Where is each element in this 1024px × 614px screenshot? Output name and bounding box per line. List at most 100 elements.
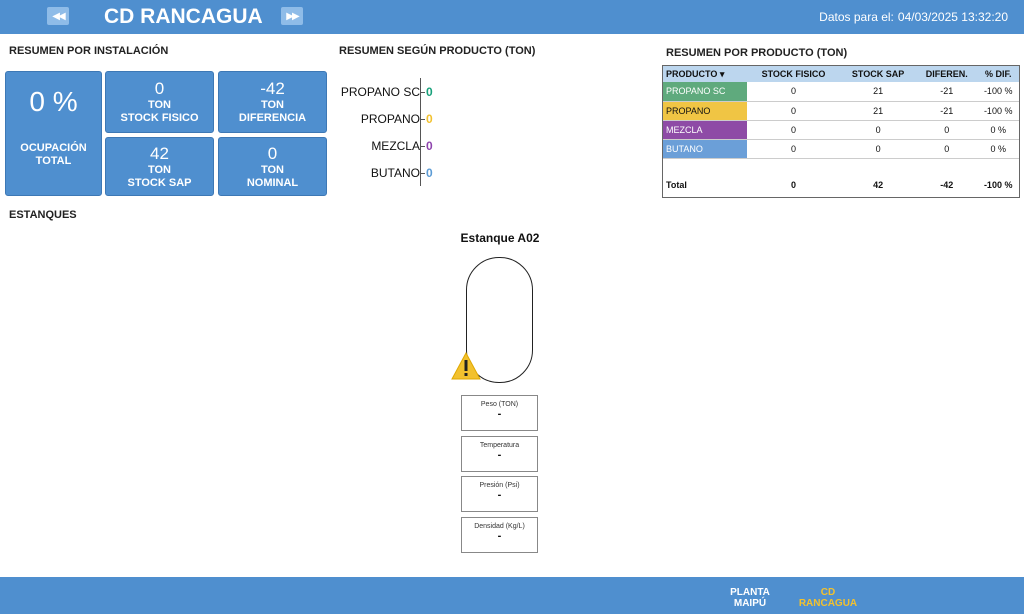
metric-value: - <box>497 408 502 420</box>
table-total-row: Total 0 42 -42 -100 % <box>663 176 1019 194</box>
product-cell: PROPANO SC <box>663 82 747 102</box>
stock-fisico-unit: TON <box>147 99 172 111</box>
previous-site-button[interactable]: ◀◀ <box>47 7 69 25</box>
sort-caret-icon: ▾ <box>719 68 725 79</box>
product-tick <box>421 173 425 174</box>
stock-fisico-tile: 0 TON STOCK FISICO <box>105 71 214 133</box>
stock-fisico-cell: 0 <box>747 101 840 121</box>
total-diferencia: -42 <box>940 180 954 190</box>
column-header-producto[interactable]: PRODUCTO ▾ <box>663 66 747 82</box>
stock-sap-cell: 21 <box>839 82 917 102</box>
site-link-planta-maipu[interactable]: PLANTA MAIPÚ <box>720 587 780 609</box>
pct-dif-cell: 0 % <box>977 139 1019 159</box>
product-table-title: RESUMEN POR PRODUCTO (TON) <box>666 47 848 59</box>
stock-sap-cell: 0 <box>839 139 917 159</box>
diferencia-label: DIFERENCIA <box>238 112 307 124</box>
product-value-mezcla: 0 <box>426 139 433 153</box>
occupancy-tile: 0 % OCUPACIÓN TOTAL <box>5 71 102 196</box>
stock-fisico-label: STOCK FISICO <box>120 112 199 124</box>
metric-presion: Presión (Psi) - <box>461 476 538 512</box>
site-link-cd-rancagua[interactable]: CD RANCAGUA <box>798 587 858 609</box>
product-cell: MEZCLA <box>663 120 747 140</box>
product-summary-axis <box>420 78 421 186</box>
stock-sap-cell: 0 <box>839 120 917 140</box>
column-header-diferencia[interactable]: DIFEREN. <box>916 66 978 82</box>
nominal-tile: 0 TON NOMINAL <box>218 137 327 196</box>
rewind-icon: ◀◀ <box>52 10 65 22</box>
diferencia-value: -42 <box>260 79 285 98</box>
product-tick <box>421 92 425 93</box>
total-stock-fisico: 0 <box>790 180 796 190</box>
stock-sap-tile: 42 TON STOCK SAP <box>105 137 214 196</box>
metric-value: - <box>497 489 502 501</box>
next-site-button[interactable]: ▶▶ <box>281 7 303 25</box>
column-header-label: PRODUCTO <box>666 68 718 79</box>
stock-sap-unit: TON <box>147 164 172 176</box>
product-value-butano: 0 <box>426 166 433 180</box>
site-link-line1: PLANTA <box>730 587 770 598</box>
site-link-line1: CD <box>820 587 836 598</box>
stock-fisico-value: 0 <box>154 79 165 98</box>
product-label-propano-sc: PROPANO SC <box>340 85 420 99</box>
product-summary-title: RESUMEN SEGÚN PRODUCTO (TON) <box>339 45 536 57</box>
metric-label: Densidad (Kg/L) <box>474 523 525 530</box>
total-stock-sap: 42 <box>873 180 884 190</box>
fast-forward-icon: ▶▶ <box>286 10 299 22</box>
metric-temperatura: Temperatura - <box>461 436 538 472</box>
product-label-mezcla: MEZCLA <box>371 139 420 153</box>
total-pct-dif: -100 % <box>983 180 1013 190</box>
diferencia-cell: 0 <box>916 120 978 140</box>
bottom-bar: PLANTA MAIPÚ CD RANCAGUA <box>0 577 1024 614</box>
occupancy-value: 0 % <box>29 86 78 117</box>
timestamp-label: Datos para el: <box>819 10 894 24</box>
table-spacer-row <box>663 158 1019 176</box>
product-label-butano: BUTANO <box>370 166 420 180</box>
top-bar: ◀◀ CD RANCAGUA ▶▶ Datos para el: 04/03/20… <box>0 0 1024 34</box>
column-header-stock-fisico[interactable]: STOCK FISICO <box>747 66 840 82</box>
diferencia-cell: -21 <box>916 82 978 102</box>
warning-triangle-icon <box>451 351 481 385</box>
product-cell: BUTANO <box>663 139 747 159</box>
nominal-unit: TON <box>260 164 285 176</box>
stock-sap-label: STOCK SAP <box>127 177 192 189</box>
product-tick <box>421 119 425 120</box>
product-value-propano-sc: 0 <box>426 85 433 99</box>
pct-dif-cell: -100 % <box>977 101 1019 121</box>
stock-fisico-cell: 0 <box>747 120 840 140</box>
product-value-propano: 0 <box>426 112 433 126</box>
diferencia-cell: 0 <box>916 139 978 159</box>
site-link-line2: MAIPÚ <box>733 598 767 609</box>
table-row: BUTANO 0 0 0 0 % <box>663 139 1019 159</box>
diferencia-cell: -21 <box>916 101 978 121</box>
tank-name: Estanque A02 <box>460 231 540 245</box>
stock-sap-cell: 21 <box>839 101 917 121</box>
occupancy-label: OCUPACIÓN TOTAL <box>20 142 87 167</box>
diferencia-unit: TON <box>260 99 285 111</box>
column-header-pct-dif[interactable]: % DIF. <box>977 66 1019 82</box>
stock-sap-value: 42 <box>150 144 169 163</box>
metric-label: Peso (TON) <box>480 401 519 408</box>
tanks-section-title: ESTANQUES <box>9 209 77 221</box>
stock-fisico-cell: 0 <box>747 82 840 102</box>
table-row: MEZCLA 0 0 0 0 % <box>663 120 1019 140</box>
metric-value: - <box>497 530 502 542</box>
install-summary-title: RESUMEN POR INSTALACIÓN <box>9 45 169 57</box>
diferencia-tile: -42 TON DIFERENCIA <box>218 71 327 133</box>
data-timestamp: Datos para el: 04/03/2025 13:32:20 <box>815 10 1008 24</box>
product-tick <box>421 146 425 147</box>
pct-dif-cell: -100 % <box>977 82 1019 102</box>
column-header-stock-sap[interactable]: STOCK SAP <box>839 66 917 82</box>
product-label-propano: PROPANO <box>360 112 420 126</box>
table-row: PROPANO 0 21 -21 -100 % <box>663 101 1019 121</box>
metric-value: - <box>497 449 502 461</box>
product-table: PRODUCTO ▾ STOCK FISICO STOCK SAP DIFERE… <box>662 65 1020 198</box>
stock-fisico-cell: 0 <box>747 139 840 159</box>
table-row: PROPANO SC 0 21 -21 -100 % <box>663 82 1019 102</box>
metric-densidad: Densidad (Kg/L) - <box>461 517 538 553</box>
metric-label: Presión (Psi) <box>479 482 520 489</box>
pct-dif-cell: 0 % <box>977 120 1019 140</box>
table-header-row: PRODUCTO ▾ STOCK FISICO STOCK SAP DIFERE… <box>663 66 1019 82</box>
site-link-line2: RANCAGUA <box>798 598 858 609</box>
nominal-value: 0 <box>267 144 278 163</box>
metric-peso: Peso (TON) - <box>461 395 538 431</box>
